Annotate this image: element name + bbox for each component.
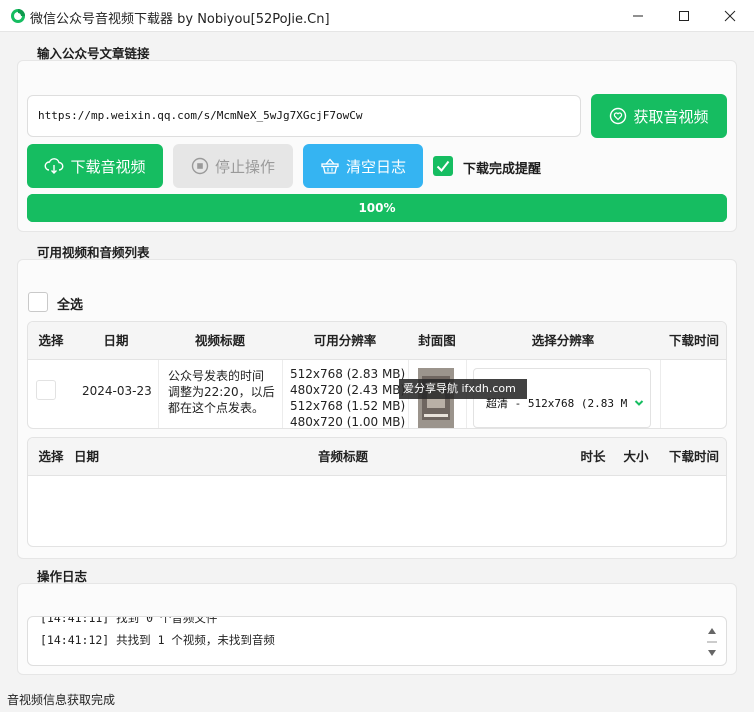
video-col-resolutions[interactable]: 可用分辨率: [282, 322, 408, 360]
scroll-arrows-icon: [707, 628, 717, 656]
maximize-icon: [679, 11, 689, 21]
column-divider: [660, 360, 661, 428]
row-title: 公众号发表的时间 调整为22:20，以后 都在这个点发表。: [168, 368, 275, 416]
resolution-item: 480x720 (2.43 MB): [290, 383, 406, 397]
minimize-button[interactable]: [615, 0, 661, 32]
video-col-select[interactable]: 选择: [28, 322, 74, 360]
column-divider: [158, 360, 159, 428]
row-date: 2024-03-23: [82, 384, 152, 398]
audio-table: 选择 日期 音频标题 时长 大小 下载时间: [27, 437, 727, 547]
main-window-body: 输入公众号文章链接 https://mp.weixin.qq.com/s/Mcm…: [0, 32, 754, 712]
log-line: [14:41:12] 共找到 1 个视频，未找到音频: [40, 633, 275, 647]
chevron-down-icon: [634, 400, 644, 406]
notify-checkbox[interactable]: [433, 156, 453, 176]
resolution-item: 480x720 (1.00 MB): [290, 415, 406, 429]
checkmark-icon: [436, 160, 450, 173]
app-logo-icon: [11, 9, 25, 23]
audio-col-date[interactable]: 日期: [74, 438, 114, 476]
fetch-media-button[interactable]: 获取音视频: [591, 94, 727, 138]
video-col-download-time[interactable]: 下载时间: [660, 322, 726, 360]
video-table-header: 选择 日期 视频标题 可用分辨率 封面图 选择分辨率 下载时间: [28, 322, 726, 360]
row-title-line: 都在这个点发表。: [168, 401, 265, 415]
select-all-checkbox[interactable]: [28, 292, 48, 312]
stop-operation-label: 停止操作: [214, 157, 275, 176]
title-bar: 微信公众号音视频下载器 by Nobiyou[52PoJie.Cn]: [0, 0, 754, 32]
watermark-tooltip: 爱分享导航 ifxdh.com: [399, 379, 527, 399]
cloud-download-icon: [45, 158, 64, 174]
status-bar: 音视频信息获取完成: [0, 688, 754, 712]
maximize-button[interactable]: [661, 0, 707, 32]
stop-circle-icon: [191, 157, 209, 175]
audio-col-duration[interactable]: 时长: [568, 438, 618, 476]
row-title-line: 公众号发表的时间: [168, 369, 265, 383]
notify-checkbox-label: 下载完成提醒: [463, 162, 542, 177]
log-line: [14:41:11] 找到 0 个音频文件: [40, 616, 218, 625]
video-col-date[interactable]: 日期: [74, 322, 158, 360]
log-textarea[interactable]: [14:41:11] 找到 0 个音频文件 [14:41:12] 共找到 1 个…: [27, 616, 727, 666]
clear-log-button[interactable]: 清空日志: [303, 144, 423, 188]
audio-col-title[interactable]: 音频标题: [268, 438, 418, 476]
audio-col-download-time[interactable]: 下载时间: [660, 438, 726, 476]
basket-icon: [321, 158, 339, 174]
video-table: 选择 日期 视频标题 可用分辨率 封面图 选择分辨率 下载时间 2024-03-…: [27, 321, 727, 429]
fetch-media-label: 获取音视频: [633, 107, 709, 126]
audio-col-size[interactable]: 大小: [616, 438, 656, 476]
download-media-button[interactable]: 下载音视频: [27, 144, 163, 188]
window-title: 微信公众号音视频下载器 by Nobiyou[52PoJie.Cn]: [30, 12, 330, 27]
row-select-checkbox[interactable]: [36, 380, 56, 400]
download-progress-bar: 100%: [27, 194, 727, 222]
minimize-icon: [633, 15, 643, 17]
close-icon: [724, 10, 736, 22]
url-input[interactable]: https://mp.weixin.qq.com/s/McmNeX_5wJg7X…: [27, 95, 581, 137]
close-button[interactable]: [707, 0, 753, 32]
progress-text: 100%: [358, 201, 396, 215]
audio-table-header: 选择 日期 音频标题 时长 大小 下载时间: [28, 438, 726, 476]
column-divider: [282, 360, 283, 428]
video-col-title[interactable]: 视频标题: [158, 322, 282, 360]
row-title-line: 调整为22:20，以后: [168, 385, 275, 399]
heart-circle-icon: [610, 107, 627, 125]
video-col-select-resolution[interactable]: 选择分辨率: [466, 322, 660, 360]
select-all-label: 全选: [57, 298, 84, 313]
row-resolution-list: 512x768 (2.83 MB) 480x720 (2.43 MB) 512x…: [290, 366, 406, 429]
download-media-label: 下载音视频: [70, 157, 146, 176]
clear-log-label: 清空日志: [345, 157, 406, 176]
log-scrollbar[interactable]: [706, 625, 718, 659]
stop-operation-button[interactable]: 停止操作: [173, 144, 293, 188]
resolution-item: 512x768 (1.52 MB): [290, 399, 406, 413]
audio-col-select[interactable]: 选择: [28, 438, 74, 476]
resolution-item: 512x768 (2.83 MB): [290, 367, 406, 381]
video-col-cover[interactable]: 封面图: [408, 322, 466, 360]
